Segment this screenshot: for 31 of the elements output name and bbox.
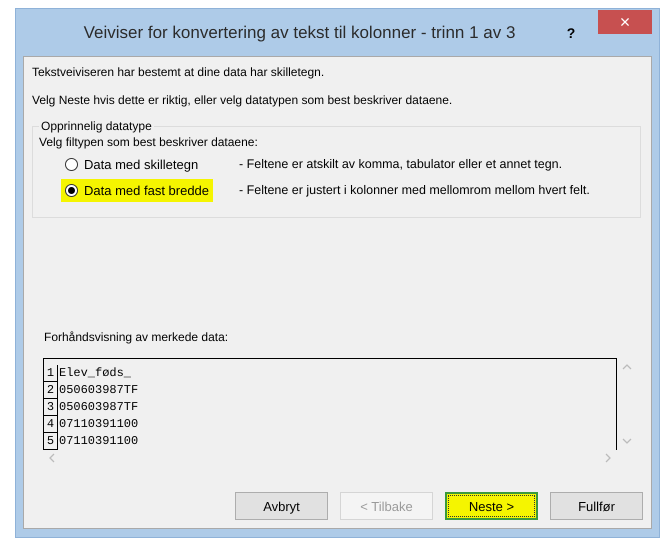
row-number: 1 <box>44 365 58 382</box>
instruction-text: Tekstveiviseren har bestemt at dine data har skilletegn. <box>32 65 326 79</box>
row-number: 3 <box>44 399 58 416</box>
scroll-left-icon[interactable] <box>49 453 55 463</box>
cancel-button[interactable]: Avbryt <box>235 492 328 520</box>
group-title: Opprinnelig datatype <box>40 119 153 133</box>
window-title: Veiviser for konvertering av tekst til kolonner - trinn 1 av 3 <box>82 22 516 42</box>
preview-cell: 050603987TF <box>58 399 138 416</box>
preview-cell: Elev_føds_ <box>58 365 132 382</box>
scroll-down-icon[interactable] <box>622 438 632 444</box>
prompt-text: Velg filtypen som best beskriver dataene: <box>39 135 259 149</box>
close-button[interactable]: × <box>598 10 652 34</box>
preview-label: Forhåndsvisning av merkede data: <box>44 330 230 344</box>
radio-option[interactable]: Data med fast bredde <box>61 179 214 202</box>
row-number: 2 <box>44 382 58 399</box>
help-button[interactable]: ? <box>556 24 586 40</box>
option-description: - Feltene er justert i kolonner med mellomrom mellom hvert felt. <box>239 182 591 197</box>
instruction-text: Velg Neste hvis dette er riktig, eller velg datatypen som best beskriver dataene. <box>32 93 454 107</box>
row-number: 4 <box>44 416 58 433</box>
scroll-right-icon[interactable] <box>605 453 611 463</box>
preview-cell: 07110391100 <box>58 433 138 450</box>
finish-button[interactable]: Fullfør <box>550 492 643 520</box>
radio-icon[interactable] <box>65 158 78 171</box>
preview-cell: 050603987TF <box>58 382 138 399</box>
next-button[interactable]: Neste > <box>445 492 538 520</box>
preview-cell: 07110391100 <box>58 416 138 433</box>
scroll-up-icon[interactable] <box>622 364 632 370</box>
row-number: 5 <box>44 433 58 450</box>
radio-icon[interactable] <box>65 184 78 197</box>
option-description: - Feltene er atskilt av komma, tabulator eller et annet tegn. <box>239 156 564 171</box>
radio-option[interactable]: Data med skilletegn <box>61 153 202 176</box>
